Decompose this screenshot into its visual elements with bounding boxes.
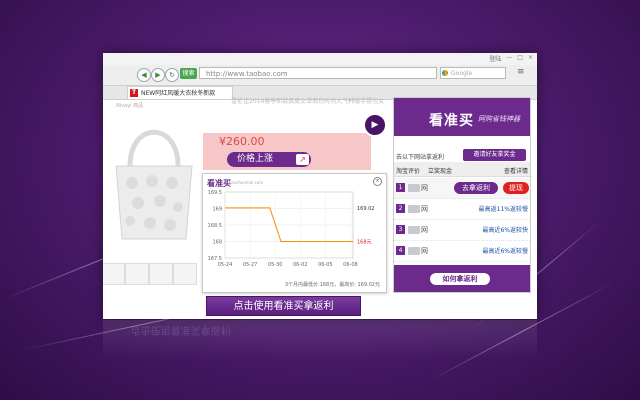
panel-footer: 如何拿返利 [394, 265, 530, 292]
rebate-panel: 看准买 网购省钱神器 去以下网站拿返利 邀请好友拿奖金 淘宝评价 立奖现金 查看… [393, 97, 531, 293]
y-tick-label: 168.5 [208, 223, 222, 229]
taobao-favicon-icon: T [130, 89, 138, 97]
browser-window: 登陆 — □ × ◀ ▶ ↻ 搜索 http://www.taobao.com … [103, 53, 537, 319]
rank-badge: 4 [396, 246, 405, 255]
close-window-button[interactable]: × [528, 54, 533, 63]
store-logo [408, 226, 420, 234]
column-details[interactable]: 查看详情 [504, 166, 528, 175]
handbag-image [115, 129, 193, 240]
close-icon[interactable]: × [373, 177, 382, 186]
x-tick-label: 06-08 [343, 262, 358, 268]
window-controls: 登陆 — □ × [489, 54, 533, 63]
store-name: 网 [421, 226, 428, 234]
store-logo [408, 205, 420, 213]
panel-header: 看准买 网购省钱神器 [394, 98, 530, 136]
price-trend-label: 价格上涨 [237, 154, 274, 164]
product-price: ¥260.00 [219, 135, 265, 148]
store-logo [408, 247, 420, 255]
cta-reflection: 点击使用看准买拿返利 [130, 324, 231, 335]
login-button[interactable]: 登陆 [489, 54, 501, 63]
forward-icon[interactable]: ▶ [151, 68, 165, 82]
breadcrumb: Nivayi 商品 [116, 103, 144, 109]
list-item: 1 网 去拿返利 提现 [394, 178, 530, 199]
withdraw-button[interactable]: 提现 [503, 182, 529, 194]
rebate-rate[interactable]: 最高返11%返较慢 [479, 204, 528, 213]
rebate-rate[interactable]: 最高近6%返较快 [482, 225, 528, 234]
address-bar[interactable]: http://www.taobao.com [199, 67, 437, 79]
menu-icon[interactable]: ≡ [517, 67, 525, 77]
price-history-popup: 看准买 kanzhunmai.com × 167.5 168 168.5 169 169… [202, 173, 387, 293]
price-chart: 167.5168168.5169169.505-24 05-27 05-30 06-0… [208, 190, 375, 268]
list-item[interactable]: 2 网 最高返11%返较慢 [394, 199, 530, 220]
y-tick-label: 168 [212, 240, 222, 246]
minimize-button[interactable]: — [506, 54, 512, 63]
price-range-note: 3个月内最低价:168元，最高价: 169.02元 [284, 282, 380, 288]
play-icon[interactable]: ▶ [363, 113, 387, 137]
search-input[interactable]: Google [440, 67, 506, 79]
rank-badge: 2 [396, 204, 405, 213]
product-title: 雪伦佳2014春季新款真皮女单肩包时尚大气韩版手提包女 [231, 98, 385, 105]
how-to-rebate-button[interactable]: 如何拿返利 [430, 273, 490, 285]
x-tick-label: 05-27 [243, 262, 258, 268]
price-annotation: 169.02 [357, 206, 375, 212]
brand-logo: 看准买 [429, 113, 474, 129]
maximize-button[interactable]: □ [517, 54, 523, 63]
price-line [225, 207, 353, 242]
thumbnail[interactable] [149, 263, 173, 285]
price-trend-button[interactable]: 价格上涨 ↗ [227, 152, 311, 167]
x-tick-label: 06-02 [293, 262, 308, 268]
rebate-hint: 去以下网站拿返利 [396, 154, 445, 161]
store-logo [408, 184, 420, 192]
popup-site: kanzhunmai.com [229, 180, 264, 185]
x-tick-label: 05-24 [218, 262, 233, 268]
price-annotation: 168元 [357, 240, 372, 246]
brand-slogan: 网购省钱神器 [478, 115, 520, 123]
store-name: 网 [421, 184, 428, 192]
thumbnail[interactable] [103, 263, 125, 285]
column-rating: 淘宝评价 [396, 168, 421, 175]
list-item[interactable]: 4 网 最高近6%返较慢 [394, 241, 530, 262]
arrow-up-icon: ↗ [296, 154, 309, 165]
google-icon [442, 70, 448, 76]
x-tick-label: 06-05 [318, 262, 333, 268]
tab-product[interactable]: NEW阿红风暖大衣秋冬新款 [127, 86, 233, 99]
column-cash: 立奖现金 [428, 168, 453, 175]
column-header: 淘宝评价 立奖现金 查看详情 [394, 162, 530, 177]
invite-friends-button[interactable]: 邀请好友拿奖金 [463, 149, 526, 161]
title-bar: 登陆 — □ × [103, 53, 537, 65]
store-name: 网 [421, 205, 428, 213]
rank-badge: 1 [396, 183, 405, 192]
cta-banner[interactable]: 点击使用看准买拿返利 [206, 296, 361, 316]
x-tick-label: 05-30 [268, 262, 283, 268]
get-rebate-button[interactable]: 去拿返利 [454, 182, 498, 194]
y-tick-label: 169.5 [208, 190, 222, 196]
store-name: 网 [421, 247, 428, 255]
back-icon[interactable]: ◀ [137, 68, 151, 82]
rebate-rate[interactable]: 最高近6%返较慢 [482, 246, 528, 255]
y-tick-label: 169 [212, 207, 222, 213]
refresh-icon[interactable]: ↻ [165, 68, 179, 82]
search-mode-button[interactable]: 搜索 [180, 68, 197, 79]
rank-badge: 3 [396, 225, 405, 234]
list-item[interactable]: 3 网 最高近6%返较快 [394, 220, 530, 241]
thumbnail[interactable] [173, 263, 197, 285]
thumbnail[interactable] [125, 263, 149, 285]
